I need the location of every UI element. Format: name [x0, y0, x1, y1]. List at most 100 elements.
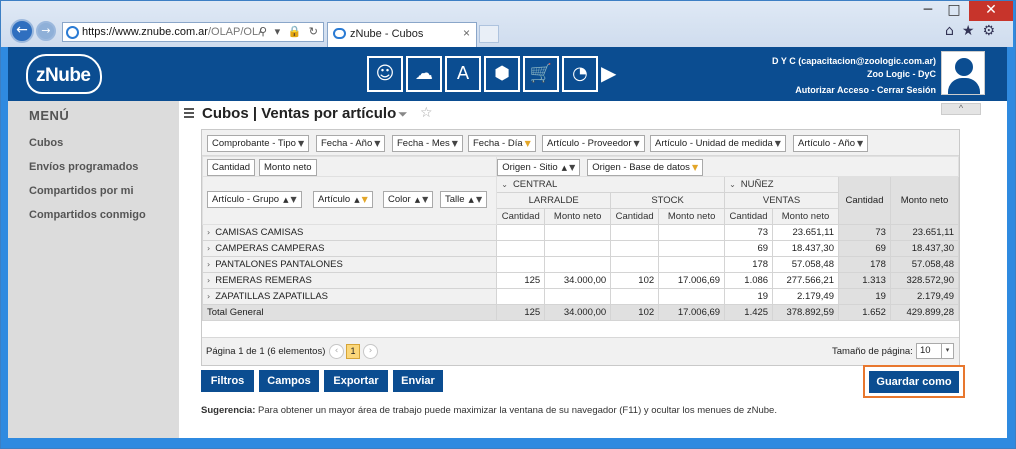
row-header[interactable]: › CAMISAS CAMISAS [201, 224, 498, 241]
expand-chevron-icon[interactable]: › [207, 292, 210, 301]
filtros-button[interactable]: Filtros [201, 370, 254, 392]
field-chip-fecha-dia[interactable]: Fecha - Día ▼ [468, 135, 536, 152]
znube-logo[interactable]: zNube [26, 54, 102, 94]
expand-chevron-icon[interactable]: › [207, 244, 210, 253]
row-header[interactable]: › PANTALONES PANTALONES [201, 256, 498, 273]
browser-bottom-border [8, 438, 1007, 444]
field-chip-fecha-mes[interactable]: Fecha - Mes ▼ [392, 135, 463, 152]
grand-total-cell: 429.899,28 [889, 304, 960, 321]
sidebar-item-cubos[interactable]: Cubos [29, 137, 63, 149]
cube-icon[interactable]: ⬢ [484, 56, 520, 92]
tab-close-icon[interactable]: × [463, 26, 470, 40]
filter-icon: ▼ [633, 139, 640, 148]
enviar-button[interactable]: Enviar [393, 370, 443, 392]
total-row: Total General 125 34.000,00 102 17.006,69 1.4… [201, 304, 960, 321]
forward-arrow-icon: → [41, 24, 51, 37]
filter-area: Comprobante - Tipo ▼ Fecha - Año ▼ Fecha -… [202, 130, 959, 156]
url-text[interactable]: https://www.znube.com.ar/OLAP/OLAP?idRep… [82, 26, 262, 38]
grand-total-monto-header: Monto neto [889, 176, 960, 225]
col-header-label: NUÑEZ [740, 179, 774, 190]
grand-total-cell: 1.313 [838, 272, 891, 289]
data-field-monto-neto[interactable]: Monto neto [259, 159, 317, 176]
guardar-como-button[interactable]: Guardar como [869, 371, 959, 393]
logo-text: zNube [36, 65, 91, 86]
hamburger-icon[interactable] [184, 108, 194, 120]
field-chip-articulo-unidad[interactable]: Artículo - Unidad de medida ▼ [650, 135, 786, 152]
col-header-central[interactable]: ⌄ CENTRAL [496, 176, 726, 193]
current-page-button[interactable]: 1 [346, 344, 360, 359]
field-chip-articulo-proveedor[interactable]: Artículo - Proveedor ▼ [542, 135, 645, 152]
more-arrow-icon[interactable]: ▶ [601, 56, 616, 92]
data-cell [544, 256, 612, 273]
next-page-button[interactable]: › [363, 344, 378, 359]
row-field-articulo-grupo[interactable]: Artículo - Grupo ▲ ▼ [207, 191, 302, 208]
sidebar-item-envios[interactable]: Envíos programados [29, 161, 138, 173]
collapse-header-button[interactable]: ^ [941, 103, 981, 115]
row-header[interactable]: › REMERAS REMERAS [201, 272, 498, 289]
text-scale-icon[interactable]: A [445, 56, 481, 92]
new-tab-button[interactable] [479, 25, 499, 43]
field-chip-fecha-anio[interactable]: Fecha - Año ▼ [316, 135, 386, 152]
field-chip-articulo-anio[interactable]: Artículo - Año ▼ [793, 135, 869, 152]
authorize-link[interactable]: Autorizar Acceso [795, 85, 869, 95]
data-cell [658, 288, 726, 305]
collapse-chevron-icon[interactable]: ⌄ [729, 180, 736, 189]
col-field-origen-sitio[interactable]: Origen - Sitio ▲ ▼ [497, 159, 581, 176]
row-header[interactable]: › CAMPERAS CAMPERAS [201, 240, 498, 257]
data-cell: 34.000,00 [544, 272, 612, 289]
browser-tab[interactable]: zNube - Cubos × [327, 22, 477, 47]
grand-total-cell: 1.652 [838, 304, 891, 321]
grand-total-cell: 19 [838, 288, 891, 305]
favorite-star-icon[interactable]: ☆ [420, 105, 433, 121]
avatar-head-icon [955, 58, 973, 76]
campos-button[interactable]: Campos [259, 370, 319, 392]
data-cell: 277.566,21 [772, 272, 839, 289]
avatar[interactable] [941, 51, 985, 95]
address-tools-icons[interactable]: ⚲ ▾ 🔒 ↻ [259, 25, 320, 38]
forward-button[interactable]: → [36, 21, 56, 41]
close-window-button[interactable]: ✕ [969, 1, 1013, 21]
data-field-cantidad[interactable]: Cantidad [207, 159, 256, 176]
browser-home-fav-settings-icons[interactable]: ⌂★⚙ [945, 23, 1003, 39]
sidebar-item-compartidos-por-mi[interactable]: Compartidos por mi [29, 185, 134, 197]
chevron-down-icon[interactable]: ▾ [941, 344, 953, 358]
expand-chevron-icon[interactable]: › [207, 276, 210, 285]
clock-icon[interactable]: ◔ [562, 56, 598, 92]
col-header-larralde: LARRALDE [496, 192, 612, 209]
chip-label: Color [388, 194, 411, 205]
field-chip-comprobante-tipo[interactable]: Comprobante - Tipo ▼ [207, 135, 310, 152]
exportar-button[interactable]: Exportar [324, 370, 388, 392]
col-field-origen-base[interactable]: Origen - Base de datos ▼ [587, 159, 704, 176]
avatar-body-icon [948, 78, 980, 94]
row-field-talle[interactable]: Talle ▲ ▼ [440, 191, 488, 208]
back-button[interactable]: ← [10, 19, 34, 43]
maximize-button[interactable]: □ [941, 1, 967, 21]
col-header-stock: STOCK [610, 192, 726, 209]
logout-link[interactable]: Cerrar Sesión [877, 85, 936, 95]
expand-chevron-icon[interactable]: › [207, 260, 210, 269]
measure-header: Cantidad [610, 208, 660, 225]
sidebar: MENÚ Cubos Envíos programados Compartido… [8, 101, 179, 438]
data-cell [658, 256, 726, 273]
row-area: Artículo - Grupo ▲ ▼ Artículo ▲ ▼ Color ▲ ▼ Ta… [201, 176, 498, 225]
row-header[interactable]: › ZAPATILLAS ZAPATILLAS [201, 288, 498, 305]
row-field-color[interactable]: Color ▲ ▼ [383, 191, 434, 208]
row-field-articulo[interactable]: Artículo ▲ ▼ [313, 191, 373, 208]
data-area: Cantidad Monto neto [201, 156, 498, 177]
expand-chevron-icon[interactable]: › [207, 228, 210, 237]
address-bar[interactable]: https://www.znube.com.ar/OLAP/OLAP?idRep… [62, 22, 324, 42]
minimize-button[interactable]: ─ [915, 1, 941, 21]
table-row: › CAMISAS CAMISAS 73 23.651,11 73 23.651,11 [201, 224, 960, 241]
filter-icon[interactable]: ⏷ [398, 107, 408, 122]
col-header-nunez[interactable]: ⌄ NUÑEZ [724, 176, 839, 193]
collapse-chevron-icon[interactable]: ⌄ [501, 180, 508, 189]
cloud-icon[interactable]: ☁ [406, 56, 442, 92]
page-size-select[interactable]: 10 ▾ [916, 343, 954, 359]
sidebar-item-compartidos-conmigo[interactable]: Compartidos conmigo [29, 209, 146, 221]
data-cell [658, 224, 726, 241]
user-cycle-icon[interactable]: ☺ [367, 56, 403, 92]
measure-header: Monto neto [772, 208, 839, 225]
prev-page-button[interactable]: ‹ [329, 344, 344, 359]
chip-label: Artículo [318, 194, 351, 205]
cart-icon[interactable]: 🛒 [523, 56, 559, 92]
